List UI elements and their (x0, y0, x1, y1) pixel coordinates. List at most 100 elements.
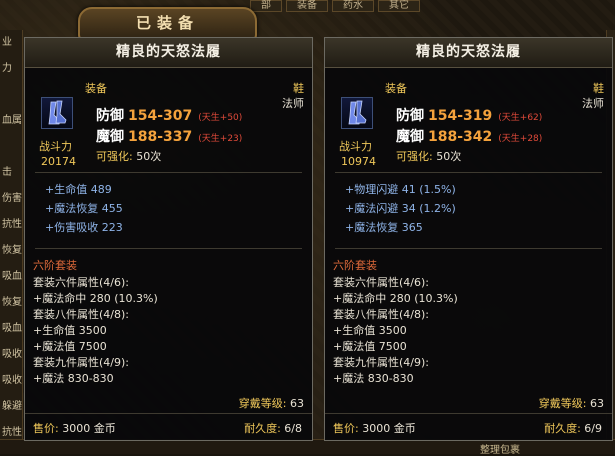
item-slot: 鞋 (593, 82, 604, 95)
set-line: +生命值 3500 (33, 324, 107, 337)
power-label: 战斗力 (339, 140, 372, 153)
sidebar-label (0, 82, 22, 108)
attribute-line: +魔法恢复 365 (345, 221, 423, 234)
set-name: 六阶套装 (33, 259, 77, 272)
mdefense-label: 魔御 (96, 129, 124, 145)
enhance-value: 50次 (136, 150, 162, 163)
sidebar-label: 躲避 (2, 401, 22, 412)
price-value: 3000 金币 (62, 422, 116, 435)
attribute-line: +物理闪避 41 (1.5%) (345, 183, 456, 196)
set-line: 套装八件属性(4/8): (333, 308, 429, 321)
enhance-row: 可强化: 50次 (96, 148, 161, 164)
mdefense-value: 188-342 (428, 129, 493, 145)
wear-level-label: 穿戴等级: (238, 397, 287, 410)
mdefense-innate: (天生+23) (198, 134, 243, 144)
sidebar-label: 吸血 (2, 271, 22, 282)
item-class: 法师 (282, 97, 304, 110)
divider (335, 172, 602, 173)
wear-level: 穿戴等级: 63 (539, 395, 604, 411)
boots-icon (41, 97, 73, 129)
sidebar-label: 吸收 (2, 349, 22, 360)
set-line: 套装八件属性(4/8): (33, 308, 129, 321)
mdefense-row: 魔御 188-337 (天生+23) (96, 126, 242, 146)
wear-level-value: 63 (290, 397, 304, 410)
divider (35, 172, 302, 173)
wear-level-label: 穿戴等级: (538, 397, 587, 410)
sidebar-label: 血属 (2, 115, 22, 126)
sidebar-label: 恢复 (2, 245, 22, 256)
mdefense-value: 188-337 (128, 129, 193, 145)
bottom-bar: 整理包裹 (0, 439, 615, 456)
price-label: 售价: (33, 422, 59, 435)
mdefense-label: 魔御 (396, 129, 424, 145)
defense-value: 154-307 (128, 108, 193, 124)
wear-level-value: 63 (590, 397, 604, 410)
price-label: 售价: (333, 422, 359, 435)
price: 售价: 3000 金币 (33, 420, 116, 436)
durability-label: 耐久度: (244, 422, 281, 435)
set-name: 六阶套装 (333, 259, 377, 272)
sidebar-label: 伤害 (2, 193, 22, 204)
enhance-label: 可强化: (96, 150, 133, 163)
defense-row: 防御 154-319 (天生+62) (396, 105, 542, 125)
set-line: +魔法命中 280 (10.3%) (33, 292, 158, 305)
item-category: 装备 (85, 82, 107, 95)
tooltip-footer: 售价: 3000 金币 耐久度: 6/9 (325, 413, 612, 440)
attribute-line: +伤害吸收 223 (45, 221, 123, 234)
divider (35, 248, 302, 249)
item-slot: 鞋 (293, 82, 304, 95)
item-tooltip-equipped: 精良的天怒法履 装备 鞋 法师 战斗力 20174 防御 154-307 (天生+5… (24, 37, 313, 441)
sidebar-label: 力 (2, 63, 12, 74)
defense-label: 防御 (396, 108, 424, 124)
item-category: 装备 (385, 82, 407, 95)
set-line: +魔法值 7500 (333, 340, 407, 353)
set-line: 套装九件属性(4/9): (33, 356, 129, 369)
mdefense-row: 魔御 188-342 (天生+28) (396, 126, 542, 146)
set-line: 套装九件属性(4/9): (333, 356, 429, 369)
set-line: 套装六件属性(4/6): (33, 276, 129, 289)
wear-level: 穿戴等级: 63 (239, 395, 304, 411)
bag-tab-equipment[interactable]: 装备 (286, 0, 328, 12)
power-value: 10974 (341, 155, 376, 168)
defense-label: 防御 (96, 108, 124, 124)
defense-innate: (天生+62) (498, 113, 543, 123)
bag-tab-potion[interactable]: 药水 (332, 0, 374, 12)
durability: 耐久度: 6/9 (544, 420, 602, 436)
sidebar-label: 吸收 (2, 375, 22, 386)
defense-row: 防御 154-307 (天生+50) (96, 105, 242, 125)
attribute-line: +魔法恢复 455 (45, 202, 123, 215)
sidebar-label: 业 (2, 37, 12, 48)
bag-tab-0[interactable]: 部 (250, 0, 282, 12)
bag-tab-other[interactable]: 其它 (378, 0, 420, 12)
equipped-title-tab[interactable]: 已装备 (78, 7, 257, 41)
tooltip-footer: 售价: 3000 金币 耐久度: 6/8 (25, 413, 312, 440)
defense-innate: (天生+50) (198, 113, 243, 123)
set-line: +魔法 830-830 (333, 372, 414, 385)
enhance-row: 可强化: 50次 (396, 148, 461, 164)
sidebar-label: 吸血 (2, 323, 22, 334)
enhance-value: 50次 (436, 150, 462, 163)
power-value: 20174 (41, 155, 76, 168)
item-class: 法师 (582, 97, 604, 110)
sidebar-label: 击 (2, 167, 12, 178)
sidebar-label (0, 134, 22, 160)
item-tooltip-compare: 精良的天怒法履 装备 鞋 法师 战斗力 10974 防御 154-319 (天生+6… (324, 37, 613, 441)
attribute-line: +魔法闪避 34 (1.2%) (345, 202, 456, 215)
boots-icon (341, 97, 373, 129)
bag-tabs: 部 装备 药水 其它 (250, 0, 420, 12)
enhance-label: 可强化: (396, 150, 433, 163)
mdefense-innate: (天生+28) (498, 134, 543, 144)
price: 售价: 3000 金币 (333, 420, 416, 436)
price-value: 3000 金币 (362, 422, 416, 435)
set-line: +生命值 3500 (333, 324, 407, 337)
item-name: 精良的天怒法履 (325, 38, 612, 68)
set-line: +魔法命中 280 (10.3%) (333, 292, 458, 305)
sidebar-label: 抗性 (2, 219, 22, 230)
power-label: 战斗力 (39, 140, 72, 153)
durability-value: 6/9 (584, 422, 602, 435)
set-line: 套装六件属性(4/6): (333, 276, 429, 289)
attribute-line: +生命值 489 (45, 183, 112, 196)
defense-value: 154-319 (428, 108, 493, 124)
durability-label: 耐久度: (544, 422, 581, 435)
sidebar-label: 恢复 (2, 297, 22, 308)
